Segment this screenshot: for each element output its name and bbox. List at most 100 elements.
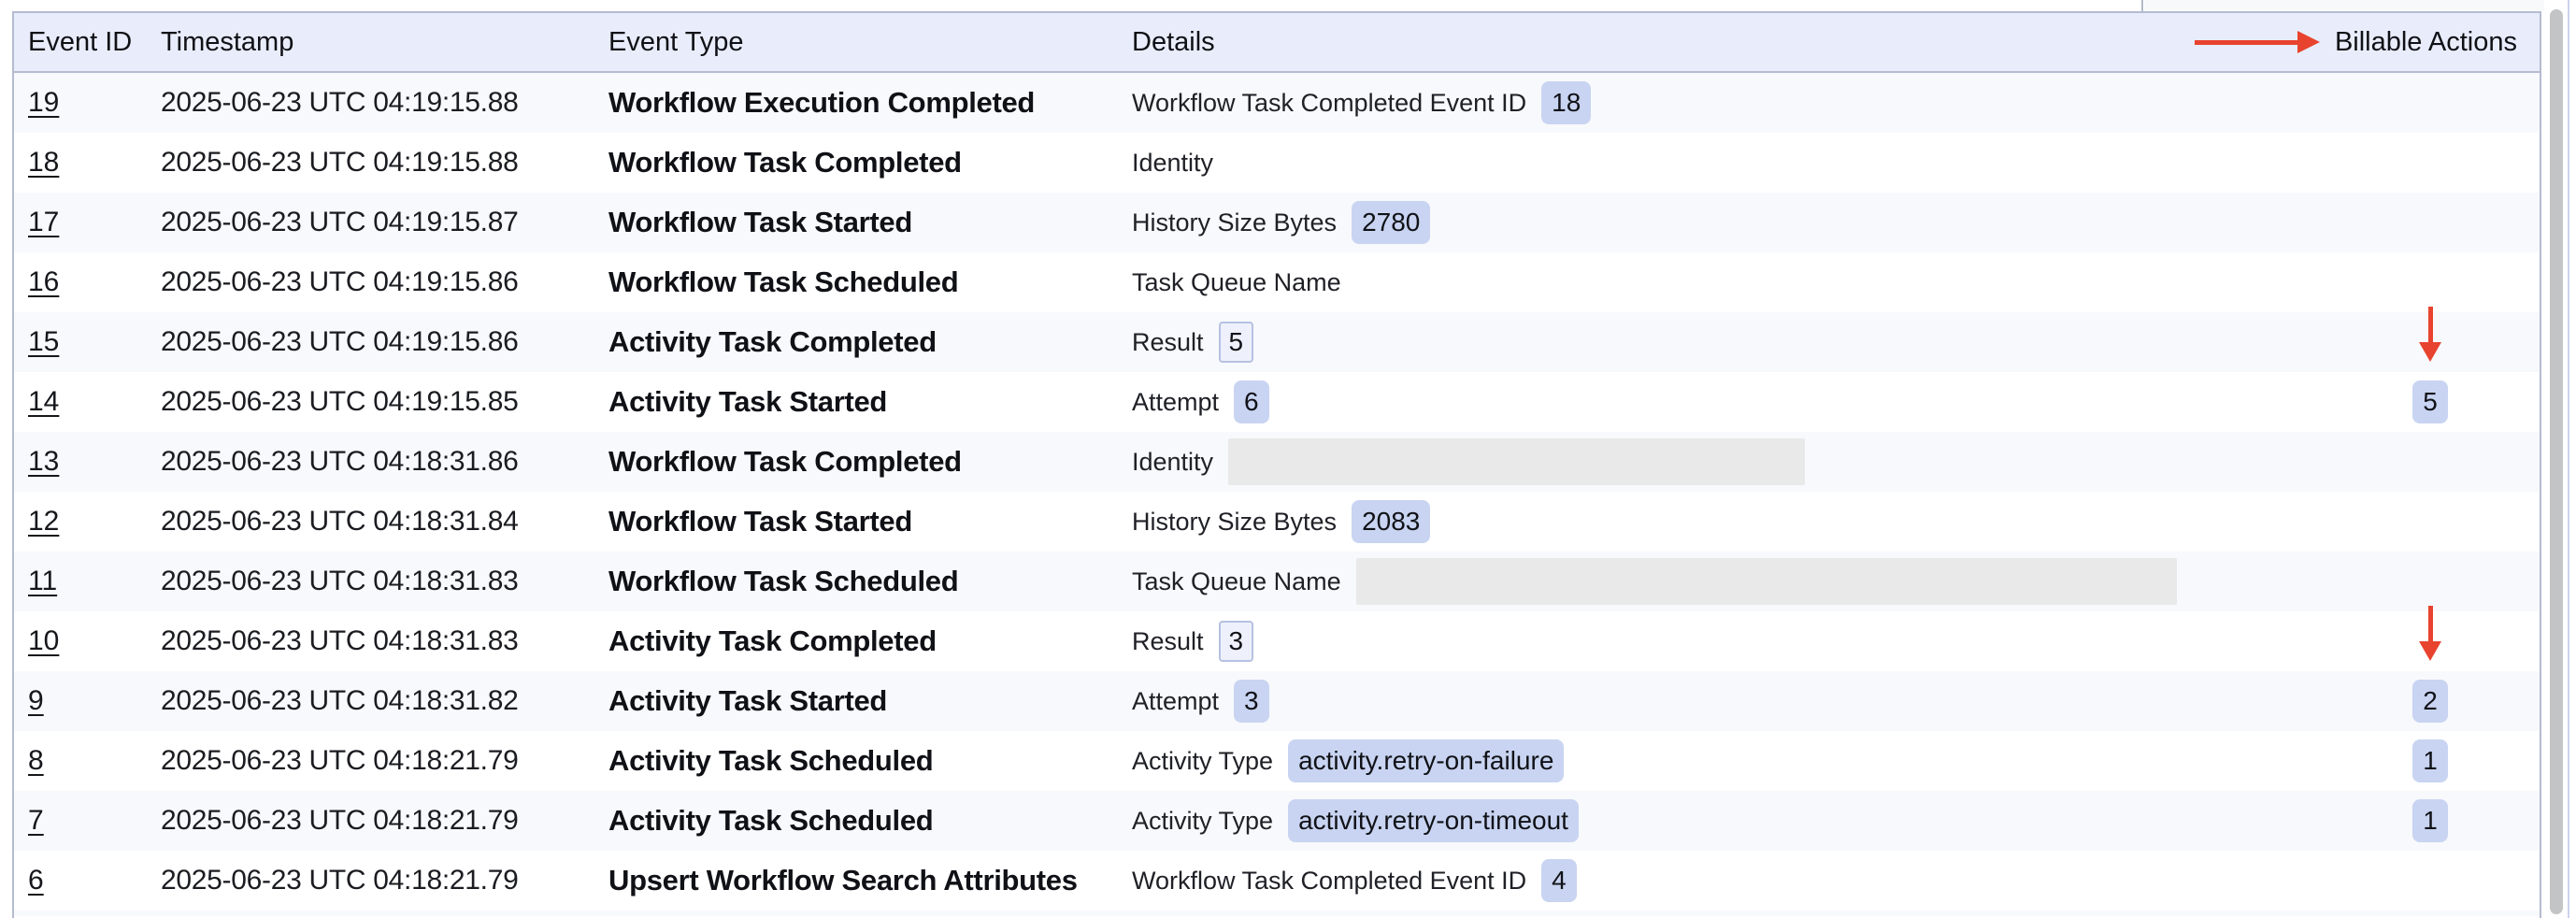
detail-label: Workflow Task Completed Event ID	[1132, 89, 1526, 118]
billable-actions-cell	[2343, 611, 2540, 671]
event-id-link[interactable]: 12	[28, 506, 59, 537]
event-type-cell: Activity Task Scheduled	[608, 744, 1132, 778]
detail-label: History Size Bytes	[1132, 508, 1337, 537]
details-cell: Attempt 6	[1132, 380, 2343, 423]
timestamp-cell: 2025-06-23 UTC 04:18:31.84	[161, 506, 608, 538]
event-row[interactable]: 10 2025-06-23 UTC 04:18:31.83 Activity T…	[14, 611, 2540, 671]
next-row-sliver	[14, 911, 2540, 916]
event-id-cell: 19	[14, 87, 161, 119]
billable-actions-cell	[2343, 851, 2540, 911]
detail-value-badge: 2780	[1352, 201, 1430, 244]
timestamp-cell: 2025-06-23 UTC 04:18:21.79	[161, 865, 608, 896]
event-type-cell: Activity Task Completed	[608, 624, 1132, 658]
event-id-cell: 11	[14, 566, 161, 597]
event-row[interactable]: 18 2025-06-23 UTC 04:19:15.88 Workflow T…	[14, 133, 2540, 193]
details-cell: Result 5	[1132, 322, 2343, 363]
timestamp-cell: 2025-06-23 UTC 04:19:15.88	[161, 147, 608, 179]
event-row[interactable]: 15 2025-06-23 UTC 04:19:15.86 Activity T…	[14, 312, 2540, 372]
detail-value-redacted-block	[1356, 558, 2177, 605]
event-id-cell: 7	[14, 805, 161, 837]
timestamp-cell: 2025-06-23 UTC 04:19:15.86	[161, 266, 608, 298]
event-row[interactable]: 11 2025-06-23 UTC 04:18:31.83 Workflow T…	[14, 552, 2540, 611]
event-type-cell: Activity Task Completed	[608, 325, 1132, 359]
detail-value-redacted-block	[1228, 438, 1805, 485]
event-row[interactable]: 12 2025-06-23 UTC 04:18:31.84 Workflow T…	[14, 492, 2540, 552]
detail-value-badge: 3	[1234, 680, 1269, 723]
detail-value-badge: 4	[1541, 859, 1577, 902]
event-id-link[interactable]: 14	[28, 386, 59, 417]
details-cell: Task Queue Name	[1132, 558, 2343, 605]
details-cell: Workflow Task Completed Event ID 4	[1132, 859, 2343, 902]
column-header-details: Details	[1132, 27, 2343, 58]
event-id-link[interactable]: 17	[28, 207, 59, 237]
timestamp-cell: 2025-06-23 UTC 04:18:31.82	[161, 685, 608, 717]
event-id-link[interactable]: 13	[28, 446, 59, 477]
detail-value-badge: 2083	[1352, 500, 1430, 543]
event-row[interactable]: 9 2025-06-23 UTC 04:18:31.82 Activity Ta…	[14, 671, 2540, 731]
detail-value-badge: 3	[1219, 621, 1254, 662]
billable-actions-cell	[2343, 133, 2540, 193]
event-type-cell: Workflow Task Completed	[608, 146, 1132, 179]
detail-label: Task Queue Name	[1132, 567, 1341, 596]
right-edge-divider	[2568, 0, 2569, 918]
detail-label: Result	[1132, 627, 1204, 656]
timestamp-cell: 2025-06-23 UTC 04:18:31.83	[161, 566, 608, 597]
billable-actions-cell: 2	[2343, 671, 2540, 731]
event-row[interactable]: 19 2025-06-23 UTC 04:19:15.88 Workflow E…	[14, 73, 2540, 133]
detail-label: Identity	[1132, 149, 1213, 178]
event-row[interactable]: 7 2025-06-23 UTC 04:18:21.79 Activity Ta…	[14, 791, 2540, 851]
top-strip-divider	[2141, 0, 2143, 11]
event-row[interactable]: 13 2025-06-23 UTC 04:18:31.86 Workflow T…	[14, 432, 2540, 492]
event-id-link[interactable]: 10	[28, 625, 59, 656]
event-type-cell: Workflow Task Started	[608, 206, 1132, 239]
column-header-billable-actions: Billable Actions	[2343, 27, 2540, 58]
details-cell: Task Queue Name	[1132, 268, 2343, 297]
event-id-cell: 13	[14, 446, 161, 478]
event-id-cell: 12	[14, 506, 161, 538]
event-row[interactable]: 8 2025-06-23 UTC 04:18:21.79 Activity Ta…	[14, 731, 2540, 791]
event-id-link[interactable]: 11	[28, 566, 57, 596]
event-history-page: Event ID Timestamp Event Type Details Bi…	[0, 0, 2576, 918]
details-cell: History Size Bytes 2083	[1132, 500, 2343, 543]
event-id-link[interactable]: 15	[28, 326, 59, 357]
event-row[interactable]: 16 2025-06-23 UTC 04:19:15.86 Workflow T…	[14, 252, 2540, 312]
timestamp-cell: 2025-06-23 UTC 04:19:15.85	[161, 386, 608, 418]
billable-actions-cell	[2343, 492, 2540, 552]
event-id-cell: 16	[14, 266, 161, 298]
billable-actions-label: Billable Actions	[2335, 27, 2517, 58]
event-id-link[interactable]: 8	[28, 745, 44, 776]
scrollbar-thumb[interactable]	[2550, 9, 2563, 914]
annotation-arrow-down-icon	[2419, 307, 2441, 362]
details-cell: Activity Type activity.retry-on-timeout	[1132, 799, 2343, 842]
event-type-cell: Workflow Task Scheduled	[608, 565, 1132, 598]
table-body: 19 2025-06-23 UTC 04:19:15.88 Workflow E…	[14, 73, 2540, 911]
top-strip	[0, 0, 2576, 11]
event-type-cell: Workflow Task Started	[608, 505, 1132, 538]
event-id-link[interactable]: 6	[28, 865, 44, 896]
event-type-cell: Upsert Workflow Search Attributes	[608, 864, 1132, 897]
event-id-cell: 10	[14, 625, 161, 657]
event-type-cell: Workflow Task Scheduled	[608, 265, 1132, 299]
vertical-scrollbar[interactable]	[2544, 0, 2576, 918]
event-id-link[interactable]: 18	[28, 147, 59, 178]
event-row[interactable]: 6 2025-06-23 UTC 04:18:21.79 Upsert Work…	[14, 851, 2540, 911]
timestamp-cell: 2025-06-23 UTC 04:18:31.86	[161, 446, 608, 478]
billable-actions-cell	[2343, 73, 2540, 133]
billable-actions-badge: 1	[2412, 799, 2448, 842]
billable-actions-cell	[2343, 552, 2540, 611]
billable-actions-badge: 5	[2412, 380, 2448, 423]
event-id-link[interactable]: 9	[28, 685, 44, 716]
event-type-cell: Activity Task Started	[608, 385, 1132, 419]
timestamp-cell: 2025-06-23 UTC 04:18:21.79	[161, 805, 608, 837]
billable-actions-badge: 1	[2412, 739, 2448, 782]
event-row[interactable]: 17 2025-06-23 UTC 04:19:15.87 Workflow T…	[14, 193, 2540, 252]
column-header-timestamp: Timestamp	[161, 27, 608, 58]
details-cell: History Size Bytes 2780	[1132, 201, 2343, 244]
event-type-cell: Workflow Execution Completed	[608, 86, 1132, 120]
event-row[interactable]: 14 2025-06-23 UTC 04:19:15.85 Activity T…	[14, 372, 2540, 432]
event-id-link[interactable]: 19	[28, 87, 59, 118]
timestamp-cell: 2025-06-23 UTC 04:19:15.86	[161, 326, 608, 358]
event-id-link[interactable]: 16	[28, 266, 59, 297]
details-cell: Attempt 3	[1132, 680, 2343, 723]
event-id-link[interactable]: 7	[28, 805, 44, 836]
